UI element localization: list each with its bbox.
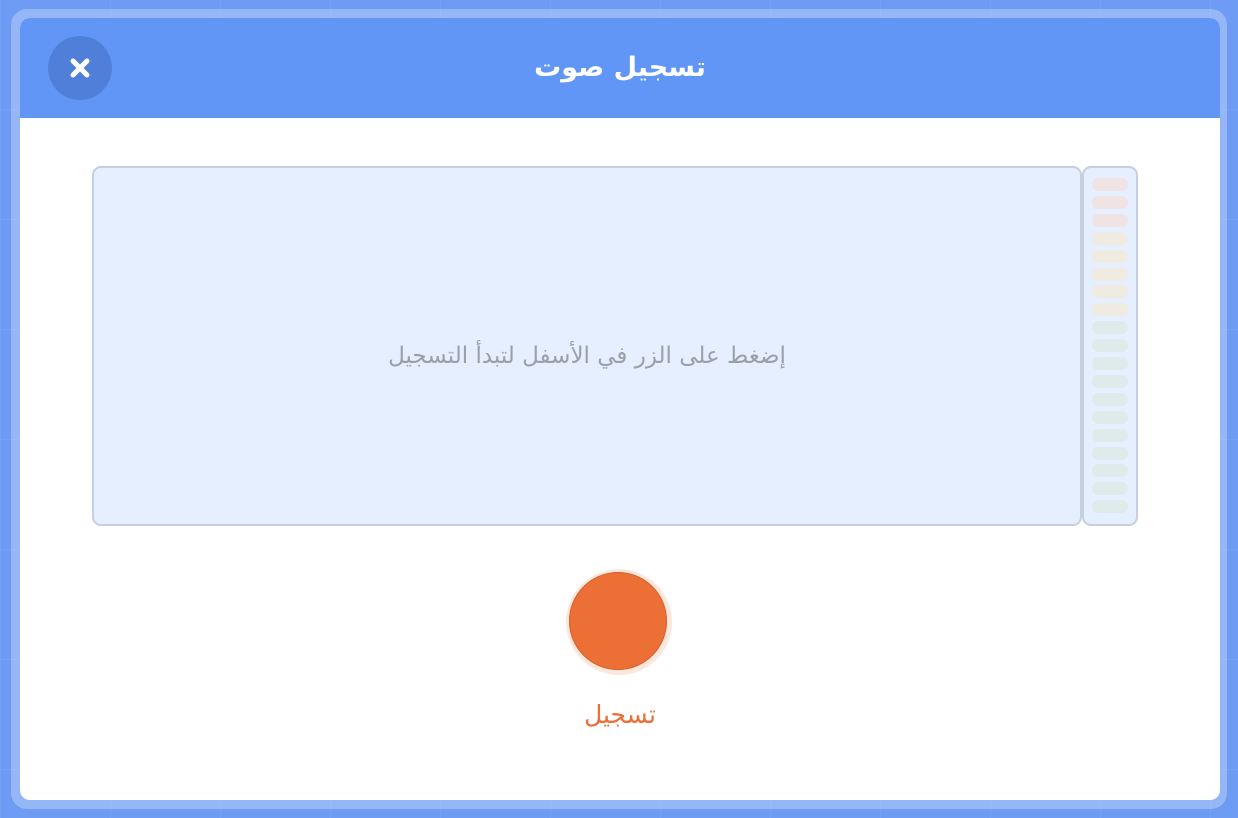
level-meter-segment bbox=[1092, 213, 1128, 227]
level-meter-segment bbox=[1092, 357, 1128, 370]
level-meter-segment bbox=[1092, 178, 1128, 191]
level-meter-segment bbox=[1092, 285, 1128, 299]
level-meter-segment bbox=[1092, 482, 1128, 496]
level-meter-segment bbox=[1092, 339, 1128, 353]
level-meter-segment bbox=[1092, 446, 1128, 460]
level-meter-segment bbox=[1092, 303, 1128, 317]
level-meter-segment bbox=[1092, 321, 1128, 335]
record-sound-dialog: تسجيل صوت إضغط على الزر في الأسفل لتبدأ … bbox=[20, 18, 1220, 800]
record-button[interactable] bbox=[566, 569, 672, 675]
level-meter bbox=[1082, 166, 1138, 526]
level-meter-segment bbox=[1092, 500, 1128, 514]
level-meter-segment bbox=[1092, 428, 1128, 442]
dialog-header: تسجيل صوت bbox=[20, 18, 1220, 118]
level-meter-segment bbox=[1092, 231, 1128, 245]
level-meter-segment bbox=[1092, 410, 1128, 424]
level-meter-segment bbox=[1092, 464, 1128, 478]
waveform-prompt: إضغط على الزر في الأسفل لتبدأ التسجيل bbox=[388, 343, 786, 369]
level-meter-segment bbox=[1092, 267, 1128, 281]
level-meter-segment bbox=[1092, 195, 1128, 209]
dialog-title: تسجيل صوت bbox=[534, 52, 706, 83]
record-label: تسجيل bbox=[584, 700, 656, 729]
level-meter-segment bbox=[1092, 392, 1128, 406]
record-circle-icon bbox=[569, 572, 667, 670]
close-x-icon bbox=[69, 57, 91, 79]
level-meter-segment bbox=[1092, 249, 1128, 263]
level-meter-segment bbox=[1092, 374, 1128, 388]
close-button[interactable] bbox=[48, 36, 112, 100]
waveform-area: إضغط على الزر في الأسفل لتبدأ التسجيل bbox=[92, 166, 1082, 526]
